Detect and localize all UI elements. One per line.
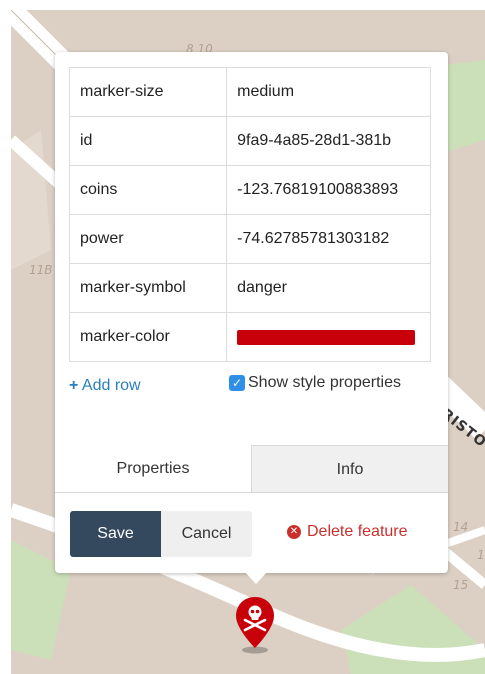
property-key-field[interactable]: power <box>68 214 228 264</box>
property-key-field[interactable]: marker-size <box>68 67 228 117</box>
popup-tabs: Properties Info <box>55 445 448 493</box>
property-key-field[interactable]: id <box>68 116 228 166</box>
property-key-field[interactable]: coins <box>68 165 228 215</box>
table-row: marker-size medium <box>68 67 431 117</box>
property-key-field[interactable]: marker-color <box>68 312 228 362</box>
table-row: marker-symbol danger <box>68 263 431 313</box>
map-label-14: 14 <box>453 520 469 534</box>
table-row: power -74.62785781303182 <box>68 214 431 264</box>
marker-color-field[interactable] <box>226 312 431 362</box>
checkbox-checked-icon[interactable]: ✓ <box>229 375 245 391</box>
property-key-field[interactable]: marker-symbol <box>68 263 228 313</box>
table-row: marker-color <box>68 312 431 362</box>
property-value-field[interactable]: medium <box>226 67 431 117</box>
map-marker[interactable] <box>234 596 276 659</box>
property-value-field[interactable]: -74.62785781303182 <box>226 214 431 264</box>
add-row-button[interactable]: + Add row <box>69 372 149 399</box>
delete-feature-label: Delete feature <box>307 523 408 540</box>
cancel-button[interactable]: Cancel <box>161 511 252 557</box>
remove-circle-icon: ✕ <box>287 525 301 539</box>
map-label-1: 1 <box>477 548 485 562</box>
map-label-15: 15 <box>453 578 469 592</box>
property-value-field[interactable]: -123.76819100883893 <box>226 165 431 215</box>
show-style-toggle[interactable]: ✓ Show style properties <box>229 374 401 392</box>
popup-tip <box>245 572 267 584</box>
table-row: coins -123.76819100883893 <box>68 165 431 215</box>
action-buttons: Save Cancel <box>70 511 252 557</box>
save-button[interactable]: Save <box>70 511 161 557</box>
add-row-label: Add row <box>81 377 141 394</box>
tab-properties[interactable]: Properties <box>55 445 251 492</box>
show-style-label: Show style properties <box>248 374 401 391</box>
tab-info[interactable]: Info <box>251 445 448 492</box>
danger-skull-icon <box>236 597 274 654</box>
map-label-11b: 11B <box>29 263 53 277</box>
feature-popup: marker-size medium id 9fa9-4a85-28d1-381… <box>55 52 448 573</box>
delete-feature-button[interactable]: ✕ Delete feature <box>287 523 408 541</box>
color-swatch[interactable] <box>237 329 416 345</box>
property-value-field[interactable]: danger <box>226 263 431 313</box>
property-value-field[interactable]: 9fa9-4a85-28d1-381b <box>226 116 431 166</box>
plus-icon: + <box>69 377 79 394</box>
properties-table: marker-size medium id 9fa9-4a85-28d1-381… <box>68 67 431 362</box>
table-row: id 9fa9-4a85-28d1-381b <box>68 116 431 166</box>
